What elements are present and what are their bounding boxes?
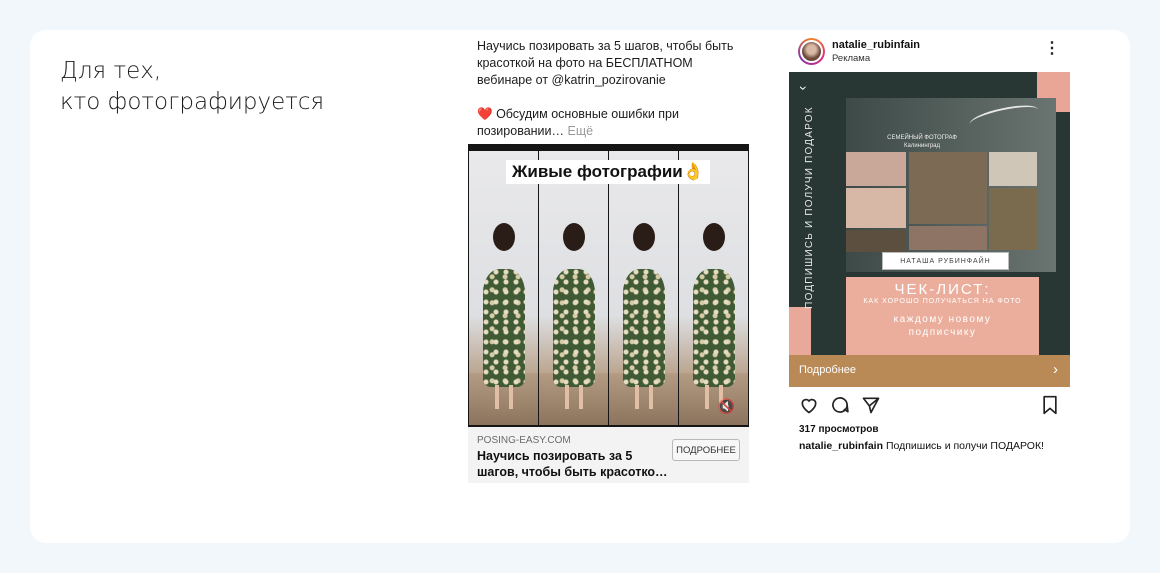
username[interactable]: natalie_rubinfain <box>832 39 920 51</box>
facebook-ad-example: Научись позировать за 5 шагов, чтобы быт… <box>468 32 749 483</box>
ad-text-line: ❤️ Обсудим основные ошибки при <box>477 106 747 123</box>
ad-text-line: Научись позировать за 5 шагов, чтобы быт… <box>477 39 734 53</box>
cta-label: Подробнее <box>799 364 857 376</box>
video-frame <box>469 151 538 425</box>
chevron-right-icon: › <box>1053 361 1058 378</box>
mute-icon[interactable]: 🔇 <box>718 398 735 415</box>
name-plate: НАТАША РУБИНФАЙН <box>882 252 1009 270</box>
collage-photo <box>909 226 987 250</box>
ad-video[interactable]: Живые фотографии👌 🔇 <box>468 144 749 427</box>
comment-icon[interactable] <box>830 395 850 415</box>
sponsored-label: Реклама <box>832 53 871 64</box>
heading-line-2: кто фотографируется <box>60 89 325 115</box>
chevron-icon: ‹ <box>793 85 810 91</box>
views-count: 317 просмотров <box>799 424 879 435</box>
collage-photo <box>909 152 987 224</box>
video-frame <box>679 151 748 425</box>
share-icon[interactable] <box>861 395 881 415</box>
heart-icon: ❤️ <box>477 107 493 121</box>
ad-primary-text: Научись позировать за 5 шагов, чтобы быт… <box>477 38 747 140</box>
ad-domain: POSING-EASY.COM <box>477 435 571 446</box>
ad-text-line: позировании… Ещё <box>477 123 747 140</box>
heading-line-1: Для тех, <box>60 58 162 84</box>
ad-text-line: красоткой на фото на БЕСПЛАТНОМ <box>477 56 693 70</box>
learn-more-button[interactable]: ПОДРОБНЕЕ <box>672 439 740 461</box>
caption-text: Подпишись и получи ПОДАРОК! <box>885 440 1044 452</box>
photographer-label: СЕМЕЙНЫЙ ФОТОГРАФ Калининград <box>887 135 957 149</box>
learn-more-cta[interactable]: Подробнее › <box>789 355 1070 387</box>
video-frame <box>609 151 678 425</box>
ad-link-footer[interactable]: POSING-EASY.COM Научись позировать за 5 … <box>468 427 749 483</box>
ad-headline-line: Научись позировать за 5 <box>477 449 633 463</box>
ad-text-fragment: позировании… <box>477 124 565 138</box>
caption-username[interactable]: natalie_rubinfain <box>799 440 883 452</box>
collage-photo <box>846 188 906 228</box>
ad-text-fragment: Обсудим основные ошибки при <box>496 107 679 121</box>
collage-photo <box>846 152 906 186</box>
ad-headline-line: шагов, чтобы быть красотко… <box>477 465 668 479</box>
gift-text: каждому новому подписчику <box>893 314 992 338</box>
ad-image[interactable]: ‹ ПОДПИШИСЬ И ПОЛУЧИ ПОДАРОК СЕМЕЙНЫЙ ФО… <box>789 72 1070 355</box>
post-caption: natalie_rubinfain Подпишись и получи ПОД… <box>799 440 1044 452</box>
ad-headline: Научись позировать за 5 шагов, чтобы быт… <box>477 448 668 480</box>
bookmark-icon[interactable] <box>1041 395 1059 415</box>
post-header: natalie_rubinfain Реклама ⋮ <box>789 32 1070 72</box>
post-actions <box>789 387 1070 423</box>
see-more-link[interactable]: Ещё <box>568 124 594 138</box>
more-options-icon[interactable]: ⋮ <box>1044 41 1060 57</box>
checklist-title: ЧЕК-ЛИСТ: <box>894 281 991 298</box>
side-text: ПОДПИШИСЬ И ПОЛУЧИ ПОДАРОК <box>803 105 815 309</box>
video-frame <box>539 151 608 425</box>
instagram-ad-example: natalie_rubinfain Реклама ⋮ ‹ ПОДПИШИСЬ … <box>789 32 1070 483</box>
section-heading: Для тех, кто фотографируется <box>60 56 324 118</box>
checklist-subtitle: КАК ХОРОШО ПОЛУЧАТЬСЯ НА ФОТО <box>863 298 1022 305</box>
collage-photo <box>989 152 1037 186</box>
collage-photo <box>989 188 1037 250</box>
collage-photo <box>846 230 906 252</box>
ad-text-line: вебинаре от @katrin_pozirovanie <box>477 73 666 87</box>
offer-block: ЧЕК-ЛИСТ: КАК ХОРОШО ПОЛУЧАТЬСЯ НА ФОТО … <box>846 277 1039 355</box>
heart-icon[interactable] <box>799 395 819 415</box>
video-caption-overlay: Живые фотографии👌 <box>506 160 710 184</box>
avatar[interactable] <box>798 38 825 65</box>
